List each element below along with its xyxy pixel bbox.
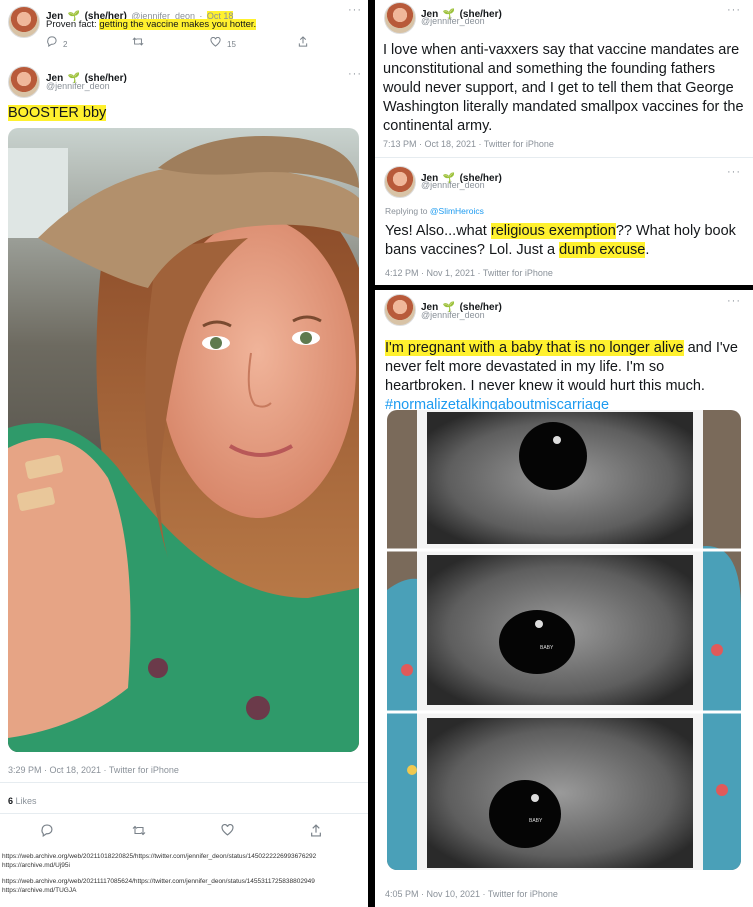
divider bbox=[0, 813, 368, 814]
tweet-timestamp[interactable]: 7:13 PM · Oct 18, 2021 · Twitter for iPh… bbox=[383, 139, 554, 149]
more-options-icon[interactable]: ··· bbox=[727, 4, 741, 16]
retweet-icon[interactable] bbox=[132, 824, 146, 840]
user-handle[interactable]: @jennifer_deon bbox=[421, 310, 485, 320]
tweet-text-highlight: BOOSTER bby bbox=[8, 105, 107, 121]
more-options-icon[interactable]: ··· bbox=[727, 295, 741, 307]
selfie-image bbox=[8, 128, 359, 752]
avatar[interactable] bbox=[384, 2, 416, 34]
tweet-text-part: Yes! Also...what bbox=[385, 223, 491, 239]
avatar[interactable] bbox=[384, 166, 416, 198]
avatar[interactable] bbox=[8, 6, 40, 38]
share-icon[interactable] bbox=[310, 824, 322, 840]
archive-url[interactable]: https://web.archive.org/web/202111170856… bbox=[2, 877, 368, 886]
ultrasound-label: BABY bbox=[529, 818, 543, 824]
tweet-text-highlight: dumb excuse bbox=[559, 242, 646, 258]
heart-icon[interactable]: 15 bbox=[210, 35, 236, 50]
tweet-proven-fact[interactable]: Jen 🌱 (she/her) @jennifer_deon · Oct 18 … bbox=[0, 0, 368, 56]
avatar[interactable] bbox=[8, 66, 40, 98]
user-handle[interactable]: @jennifer_deon bbox=[421, 16, 485, 26]
tweet-text: Proven fact: getting the vaccine makes y… bbox=[46, 19, 257, 30]
avatar[interactable] bbox=[384, 294, 416, 326]
tweet-booster[interactable]: Jen 🌱 (she/her) @jennifer_deon ··· BOOST… bbox=[0, 60, 368, 905]
replying-to: Replying to @SlimHeroics bbox=[385, 206, 484, 216]
reply-icon[interactable] bbox=[40, 824, 53, 840]
likes-summary[interactable]: 6 Likes bbox=[8, 796, 37, 806]
tweet-religious-exemption[interactable]: Jen 🌱 (she/her) @jennifer_deon ··· Reply… bbox=[375, 160, 753, 285]
divider bbox=[375, 157, 753, 158]
tweet-text: I love when anti-vaxxers say that vaccin… bbox=[383, 42, 744, 134]
left-panel: Jen 🌱 (she/her) @jennifer_deon · Oct 18 … bbox=[0, 0, 368, 907]
selfie-photo[interactable] bbox=[8, 128, 359, 752]
archive-url[interactable]: https://archive.md/TUGJA bbox=[2, 886, 368, 895]
archive-url[interactable]: https://archive.md/Uj95i bbox=[2, 861, 368, 870]
archive-links: https://web.archive.org/web/202110182208… bbox=[2, 852, 368, 895]
share-icon[interactable] bbox=[298, 35, 308, 50]
ultrasound-image bbox=[387, 410, 741, 870]
tweet-timestamp[interactable]: 3:29 PM · Oct 18, 2021 · Twitter for iPh… bbox=[8, 765, 179, 775]
tweet-text-highlight: I'm pregnant with a baby that is no long… bbox=[385, 340, 684, 356]
likes-label: Likes bbox=[15, 796, 37, 806]
tweet-miscarriage[interactable]: Jen 🌱 (she/her) @jennifer_deon ··· I'm p… bbox=[375, 290, 753, 907]
reply-icon[interactable]: 2 bbox=[46, 35, 67, 50]
right-panel: Jen 🌱 (she/her) @jennifer_deon ··· I lov… bbox=[375, 0, 753, 907]
tweet-text-highlight: getting the vaccine makes you hotter. bbox=[99, 19, 257, 30]
tweet-text: I'm pregnant with a baby that is no long… bbox=[385, 339, 749, 415]
more-options-icon[interactable]: ··· bbox=[348, 68, 362, 80]
replying-handle[interactable]: @SlimHeroics bbox=[430, 206, 484, 216]
tweet-timestamp[interactable]: 4:05 PM · Nov 10, 2021 · Twitter for iPh… bbox=[385, 889, 558, 899]
divider bbox=[0, 782, 368, 783]
tweet-text-plain: Proven fact: bbox=[46, 19, 100, 30]
tweet-actions bbox=[0, 822, 368, 838]
replying-prefix: Replying to bbox=[385, 206, 430, 216]
likes-count: 6 bbox=[8, 796, 14, 806]
tweet-text-highlight: religious exemption bbox=[490, 223, 616, 239]
ultrasound-label: BABY bbox=[540, 645, 554, 651]
user-handle[interactable]: @jennifer_deon bbox=[46, 81, 110, 91]
retweet-icon[interactable] bbox=[132, 35, 144, 50]
tweet-george-washington[interactable]: Jen 🌱 (she/her) @jennifer_deon ··· I lov… bbox=[375, 0, 753, 160]
tweet-actions: 2 15 bbox=[46, 35, 316, 51]
tweet-text-part: . bbox=[645, 242, 650, 258]
archive-url[interactable]: https://web.archive.org/web/202110182208… bbox=[2, 852, 368, 861]
ultrasound-photo[interactable]: BABY BABY bbox=[387, 410, 741, 870]
tweet-text: Yes! Also...what religious exemption?? W… bbox=[385, 222, 749, 260]
more-options-icon[interactable]: ··· bbox=[727, 166, 741, 178]
more-options-icon[interactable]: ··· bbox=[348, 4, 362, 16]
reply-count: 2 bbox=[63, 40, 68, 49]
tweet-text: BOOSTER bby bbox=[8, 104, 107, 123]
tweet-timestamp[interactable]: 4:12 PM · Nov 1, 2021 · Twitter for iPho… bbox=[385, 268, 553, 278]
heart-icon[interactable] bbox=[221, 823, 234, 839]
user-handle[interactable]: @jennifer_deon bbox=[421, 180, 485, 190]
like-count: 15 bbox=[227, 40, 236, 49]
